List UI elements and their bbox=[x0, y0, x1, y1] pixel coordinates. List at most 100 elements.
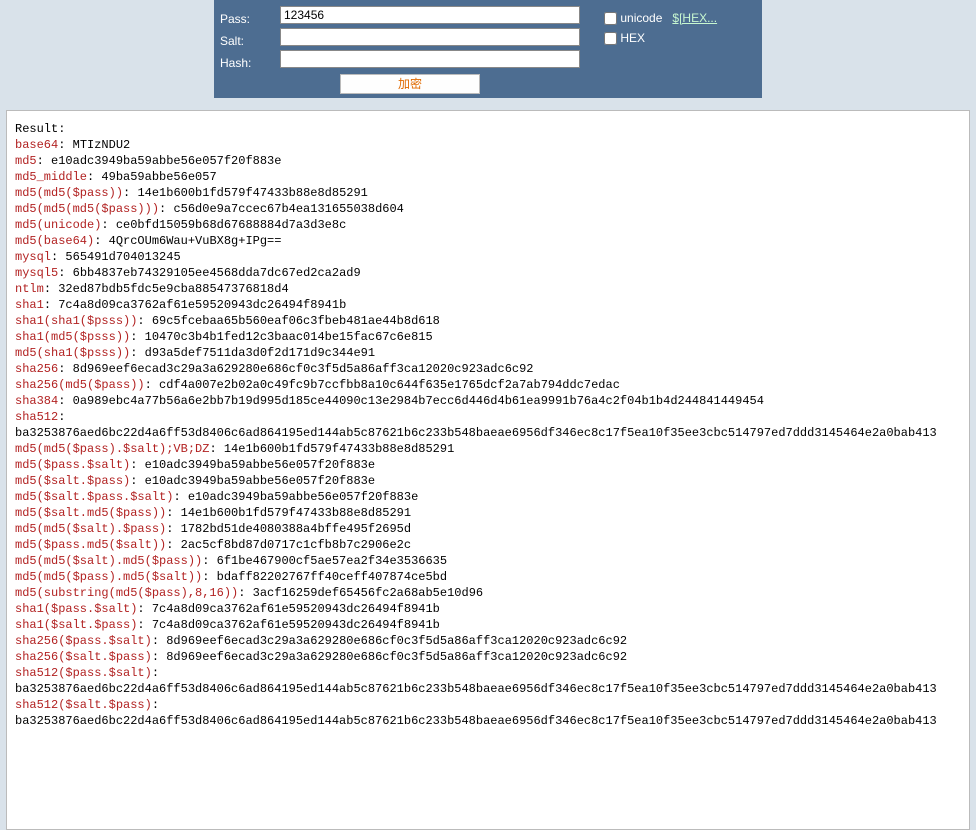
unicode-option[interactable]: unicode $[HEX... bbox=[604, 8, 756, 28]
hash-value: 10470c3b4b1fed12c3baac014be15fac67c6e815 bbox=[145, 330, 433, 344]
hash-key: md5($salt.$pass.$salt) bbox=[15, 490, 173, 504]
hash-key: md5(base64) bbox=[15, 234, 94, 248]
hash-key: base64 bbox=[15, 138, 58, 152]
hash-key: md5($salt.$pass) bbox=[15, 474, 130, 488]
result-row: md5_middle: 49ba59abbe56e057 bbox=[15, 169, 961, 185]
result-row: sha512($salt.$pass): bbox=[15, 697, 961, 713]
result-row: sha256($salt.$pass): 8d969eef6ecad3c29a3… bbox=[15, 649, 961, 665]
hash-value: cdf4a007e2b02a0c49fc9b7ccfbb8a10c644f635… bbox=[159, 378, 620, 392]
result-row: sha256: 8d969eef6ecad3c29a3a629280e686cf… bbox=[15, 361, 961, 377]
hash-value: 6bb4837eb74329105ee4568dda7dc67ed2ca2ad9 bbox=[73, 266, 361, 280]
hash-key: sha256(md5($pass)) bbox=[15, 378, 145, 392]
hash-key: md5(md5($pass).md5($salt)) bbox=[15, 570, 202, 584]
result-row: md5($pass.$salt): e10adc3949ba59abbe56e0… bbox=[15, 457, 961, 473]
hash-value: 1782bd51de4080388a4bffe495f2695d bbox=[181, 522, 411, 536]
hash-key: md5($pass.$salt) bbox=[15, 458, 130, 472]
hash-key: md5($pass.md5($salt)) bbox=[15, 538, 166, 552]
hash-key: sha1(sha1($psss)) bbox=[15, 314, 137, 328]
result-row: ba3253876aed6bc22d4a6ff53d8406c6ad864195… bbox=[15, 681, 961, 697]
hash-value: ce0bfd15059b68d67688884d7a3d3e8c bbox=[116, 218, 346, 232]
result-row: sha512: bbox=[15, 409, 961, 425]
result-row: ba3253876aed6bc22d4a6ff53d8406c6ad864195… bbox=[15, 425, 961, 441]
result-row: md5(base64): 4QrcOUm6Wau+VuBX8g+IPg== bbox=[15, 233, 961, 249]
hash-key: sha1(md5($psss)) bbox=[15, 330, 130, 344]
hash-value: d93a5def7511da3d0f2d171d9c344e91 bbox=[145, 346, 375, 360]
pass-input[interactable] bbox=[280, 6, 580, 24]
hash-value: 49ba59abbe56e057 bbox=[101, 170, 216, 184]
hash-key: mysql5 bbox=[15, 266, 58, 280]
result-row: md5(md5($pass).md5($salt)): bdaff8220276… bbox=[15, 569, 961, 585]
result-row: sha1($pass.$salt): 7c4a8d09ca3762af61e59… bbox=[15, 601, 961, 617]
hash-value: 565491d704013245 bbox=[65, 250, 180, 264]
hash-value: bdaff82202767ff40ceff407874ce5bd bbox=[217, 570, 447, 584]
hash-key: md5(unicode) bbox=[15, 218, 101, 232]
hash-value: 0a989ebc4a77b56a6e2bb7b19d995d185ce44090… bbox=[73, 394, 764, 408]
hex-checkbox[interactable] bbox=[604, 32, 617, 45]
hash-value: 8d969eef6ecad3c29a3a629280e686cf0c3f5d5a… bbox=[166, 650, 627, 664]
result-row: sha1(md5($psss)): 10470c3b4b1fed12c3baac… bbox=[15, 329, 961, 345]
hash-key: sha512($salt.$pass) bbox=[15, 698, 152, 712]
hash-value: MTIzNDU2 bbox=[73, 138, 131, 152]
result-row: mysql5: 6bb4837eb74329105ee4568dda7dc67e… bbox=[15, 265, 961, 281]
hash-value: 8d969eef6ecad3c29a3a629280e686cf0c3f5d5a… bbox=[73, 362, 534, 376]
hash-value: ba3253876aed6bc22d4a6ff53d8406c6ad864195… bbox=[15, 426, 937, 440]
hash-key: mysql bbox=[15, 250, 51, 264]
hash-value: c56d0e9a7ccec67b4ea131655038d604 bbox=[173, 202, 403, 216]
hash-value: 6f1be467900cf5ae57ea2f34e3536635 bbox=[217, 554, 447, 568]
hash-key: sha1($salt.$pass) bbox=[15, 618, 137, 632]
result-row: md5($salt.md5($pass)): 14e1b600b1fd579f4… bbox=[15, 505, 961, 521]
hash-value: 69c5fcebaa65b560eaf06c3fbeb481ae44b8d618 bbox=[152, 314, 440, 328]
hash-input[interactable] bbox=[280, 50, 580, 68]
salt-input[interactable] bbox=[280, 28, 580, 46]
result-row: md5(md5($pass)): 14e1b600b1fd579f47433b8… bbox=[15, 185, 961, 201]
hash-value: 7c4a8d09ca3762af61e59520943dc26494f8941b bbox=[152, 618, 440, 632]
result-row: md5($pass.md5($salt)): 2ac5cf8bd87d0717c… bbox=[15, 537, 961, 553]
result-row: sha256(md5($pass)): cdf4a007e2b02a0c49fc… bbox=[15, 377, 961, 393]
hex-option[interactable]: HEX bbox=[604, 28, 756, 48]
hash-value: e10adc3949ba59abbe56e057f20f883e bbox=[145, 474, 375, 488]
hash-value: 3acf16259def65456fc2a68ab5e10d96 bbox=[253, 586, 483, 600]
unicode-label: unicode bbox=[620, 11, 662, 25]
hex-label: HEX bbox=[620, 31, 645, 45]
result-panel: Result: base64: MTIzNDU2md5: e10adc3949b… bbox=[6, 110, 970, 830]
result-row: md5(substring(md5($pass),8,16)): 3acf162… bbox=[15, 585, 961, 601]
hash-value: 32ed87bdb5fdc5e9cba88547376818d4 bbox=[58, 282, 288, 296]
result-row: ntlm: 32ed87bdb5fdc5e9cba88547376818d4 bbox=[15, 281, 961, 297]
result-row: sha256($pass.$salt): 8d969eef6ecad3c29a3… bbox=[15, 633, 961, 649]
hash-value: 8d969eef6ecad3c29a3a629280e686cf0c3f5d5a… bbox=[166, 634, 627, 648]
hash-key: md5(md5($salt).md5($pass)) bbox=[15, 554, 202, 568]
hash-value: ba3253876aed6bc22d4a6ff53d8406c6ad864195… bbox=[15, 682, 937, 696]
result-row: sha384: 0a989ebc4a77b56a6e2bb7b19d995d18… bbox=[15, 393, 961, 409]
hash-key: sha512($pass.$salt) bbox=[15, 666, 152, 680]
form-inputs: 加密 bbox=[280, 4, 596, 94]
result-row: md5(md5($salt).$pass): 1782bd51de4080388… bbox=[15, 521, 961, 537]
hash-form: Pass: Salt: Hash: 加密 unicode $[HEX... HE… bbox=[214, 0, 762, 98]
hash-key: md5(md5(md5($pass))) bbox=[15, 202, 159, 216]
result-row: md5: e10adc3949ba59abbe56e057f20f883e bbox=[15, 153, 961, 169]
hash-key: sha256($salt.$pass) bbox=[15, 650, 152, 664]
hash-key: md5_middle bbox=[15, 170, 87, 184]
hash-key: md5 bbox=[15, 154, 37, 168]
salt-label: Salt: bbox=[220, 30, 280, 52]
hash-key: ntlm bbox=[15, 282, 44, 296]
hash-value: 2ac5cf8bd87d0717c1cfb8b7c2906e2c bbox=[181, 538, 411, 552]
form-options: unicode $[HEX... HEX bbox=[596, 4, 756, 94]
hash-key: sha256 bbox=[15, 362, 58, 376]
hash-key: md5(sha1($psss)) bbox=[15, 346, 130, 360]
result-row: md5(unicode): ce0bfd15059b68d67688884d7a… bbox=[15, 217, 961, 233]
result-row: base64: MTIzNDU2 bbox=[15, 137, 961, 153]
hash-key: sha1($pass.$salt) bbox=[15, 602, 137, 616]
hash-value: 14e1b600b1fd579f47433b88e8d85291 bbox=[137, 186, 367, 200]
unicode-checkbox[interactable] bbox=[604, 12, 617, 25]
hash-key: md5(md5($pass)) bbox=[15, 186, 123, 200]
hash-value: e10adc3949ba59abbe56e057f20f883e bbox=[145, 458, 375, 472]
encrypt-button[interactable]: 加密 bbox=[340, 74, 480, 94]
result-row: sha1: 7c4a8d09ca3762af61e59520943dc26494… bbox=[15, 297, 961, 313]
hex-link[interactable]: $[HEX... bbox=[672, 11, 717, 25]
hash-value: 14e1b600b1fd579f47433b88e8d85291 bbox=[224, 442, 454, 456]
result-row: md5($salt.$pass.$salt): e10adc3949ba59ab… bbox=[15, 489, 961, 505]
result-row: sha1($salt.$pass): 7c4a8d09ca3762af61e59… bbox=[15, 617, 961, 633]
hash-value: 4QrcOUm6Wau+VuBX8g+IPg== bbox=[109, 234, 282, 248]
hash-key: sha384 bbox=[15, 394, 58, 408]
hash-key: sha1 bbox=[15, 298, 44, 312]
